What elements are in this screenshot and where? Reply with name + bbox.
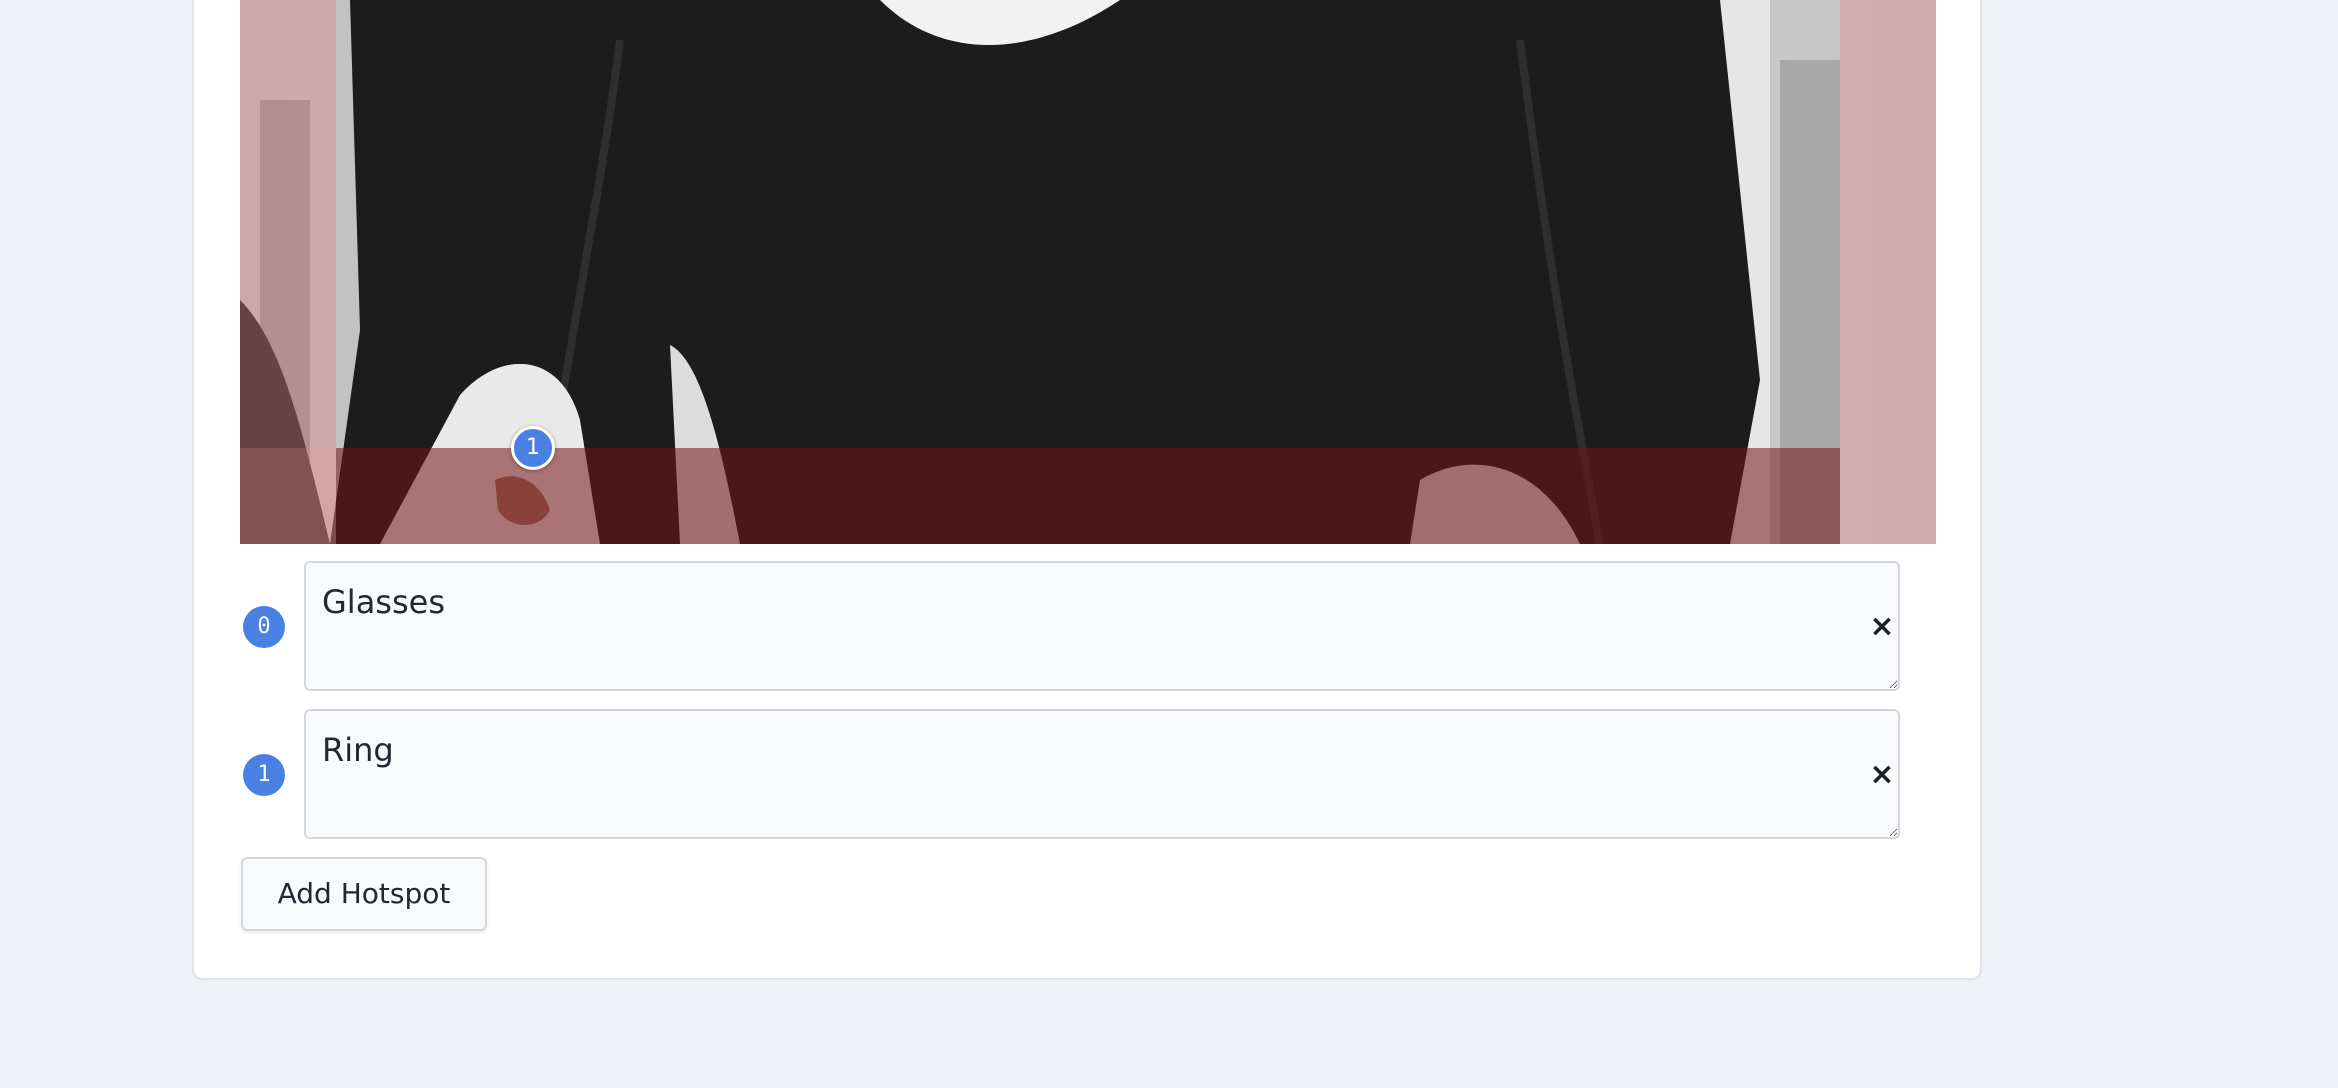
hotspot-row-1: 1 Ring bbox=[240, 709, 1936, 841]
hotspot-row-0: 0 Glasses bbox=[240, 561, 1936, 693]
hotspot-label-input[interactable]: Glasses bbox=[304, 561, 1900, 691]
remove-hotspot-icon[interactable]: × bbox=[1864, 609, 1900, 645]
hotspot-label-input[interactable]: Ring bbox=[304, 709, 1900, 839]
mask-bottom-left bbox=[240, 448, 336, 544]
mask-bottom bbox=[336, 448, 1840, 544]
hotspot-marker-1[interactable]: 1 bbox=[511, 426, 555, 470]
hotspot-index-badge: 0 bbox=[243, 606, 285, 648]
remove-hotspot-icon[interactable]: × bbox=[1864, 757, 1900, 793]
hotspot-image-area[interactable]: 1 bbox=[240, 0, 1936, 544]
hotspot-index-badge: 1 bbox=[243, 754, 285, 796]
add-hotspot-button[interactable]: Add Hotspot bbox=[241, 857, 487, 931]
mask-right bbox=[1840, 0, 1936, 544]
